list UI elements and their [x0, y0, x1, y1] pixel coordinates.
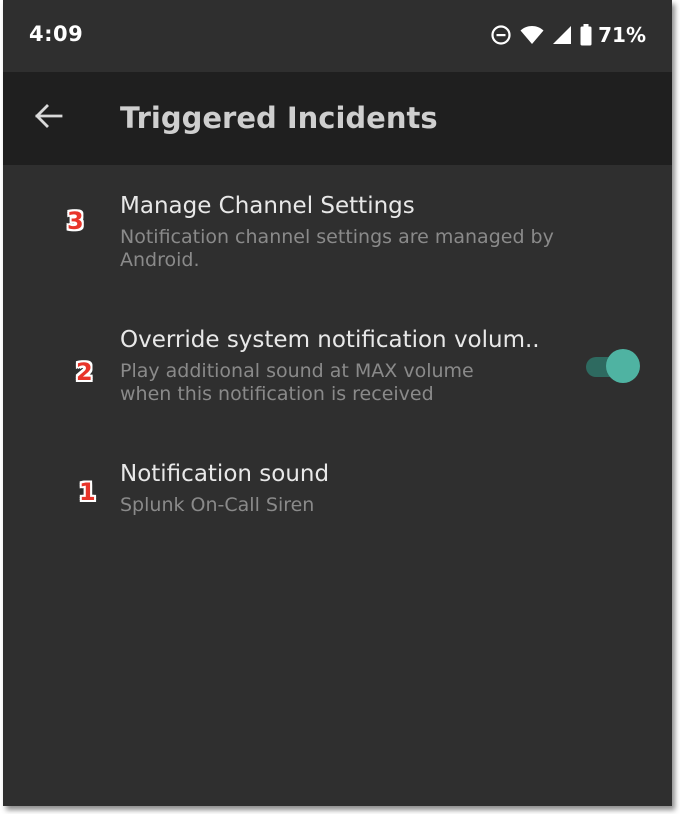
- annotation-badge: 3: [66, 206, 84, 235]
- cell-signal-icon: [552, 25, 572, 45]
- battery-icon: [580, 24, 592, 46]
- setting-subtitle: Notification channel settings are manage…: [120, 226, 554, 271]
- setting-notification-sound[interactable]: 1 Notification sound Splunk On-Call Sire…: [3, 440, 672, 530]
- setting-manage-channel[interactable]: 3 Manage Channel Settings Notification c…: [3, 165, 672, 285]
- toggle-thumb: [606, 349, 640, 383]
- annotation-badge: 2: [75, 357, 93, 386]
- status-time: 4:09: [29, 22, 84, 46]
- status-icons: 71%: [490, 22, 646, 48]
- setting-subtitle-line-1: Play additional sound at MAX volume: [120, 360, 474, 382]
- battery-percent: 71%: [598, 23, 646, 47]
- back-button[interactable]: [29, 99, 67, 137]
- setting-title: Override system notification volum..: [120, 327, 540, 353]
- setting-title: Notification sound: [120, 461, 330, 487]
- status-bar: 4:09 71%: [3, 0, 672, 72]
- do-not-disturb-icon: [490, 24, 512, 46]
- override-volume-toggle[interactable]: [586, 349, 642, 383]
- setting-subtitle-line-2: when this notification is received: [120, 383, 434, 405]
- page-title: Triggered Incidents: [120, 101, 438, 135]
- setting-subtitle: Splunk On-Call Siren: [120, 494, 315, 516]
- wifi-icon: [520, 25, 544, 45]
- setting-override-volume[interactable]: 2 Override system notification volum.. P…: [3, 305, 672, 415]
- arrow-left-icon: [33, 101, 63, 135]
- annotation-badge: 1: [78, 477, 96, 506]
- app-bar: Triggered Incidents: [3, 72, 672, 165]
- phone-screen: 4:09 71% Triggered Incidents 3 Manage Ch…: [3, 0, 672, 806]
- setting-title: Manage Channel Settings: [120, 193, 415, 219]
